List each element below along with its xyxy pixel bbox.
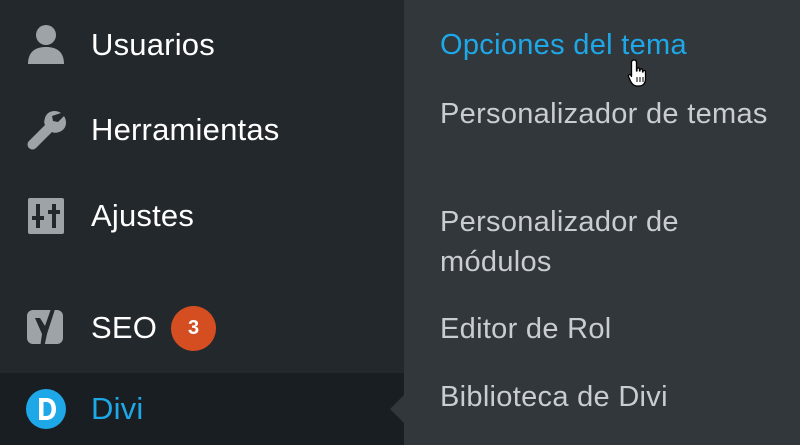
- sidebar-item-ajustes[interactable]: Ajustes: [0, 176, 404, 256]
- sidebar-item-divi[interactable]: Divi: [0, 373, 404, 445]
- submenu-pointer-arrow: [390, 395, 404, 423]
- submenu-item-personalizador-de-modulos[interactable]: Personalizador de módulos: [440, 202, 780, 282]
- notification-badge: 3: [171, 305, 216, 351]
- sidebar-item-label: Divi: [91, 391, 144, 426]
- settings-sliders-icon: [24, 194, 68, 238]
- yoast-icon: [24, 306, 68, 350]
- sidebar-item-label: Usuarios: [91, 27, 215, 62]
- submenu-item-personalizador-de-temas[interactable]: Personalizador de temas: [440, 94, 780, 134]
- sidebar-item-usuarios[interactable]: Usuarios: [0, 5, 404, 85]
- wrench-icon: [24, 108, 68, 152]
- submenu-divi: Opciones del tema Personalizador de tema…: [404, 0, 800, 445]
- sidebar-item-label: Herramientas: [91, 112, 280, 147]
- sidebar-item-label: Ajustes: [91, 198, 195, 233]
- divi-icon: [24, 387, 68, 431]
- sidebar: Usuarios Herramientas Ajustes SEO 3 Divi: [0, 0, 404, 445]
- submenu-item-opciones-del-tema[interactable]: Opciones del tema: [440, 25, 780, 65]
- sidebar-item-label: SEO: [91, 310, 158, 345]
- sidebar-item-herramientas[interactable]: Herramientas: [0, 90, 404, 170]
- admin-menu: Usuarios Herramientas Ajustes SEO 3 Divi…: [0, 0, 800, 445]
- submenu-item-editor-de-rol[interactable]: Editor de Rol: [440, 309, 780, 349]
- sidebar-item-seo[interactable]: SEO 3: [0, 288, 404, 368]
- submenu-item-biblioteca-de-divi[interactable]: Biblioteca de Divi: [440, 377, 780, 417]
- hand-cursor-icon: [627, 59, 647, 87]
- user-icon: [24, 23, 68, 67]
